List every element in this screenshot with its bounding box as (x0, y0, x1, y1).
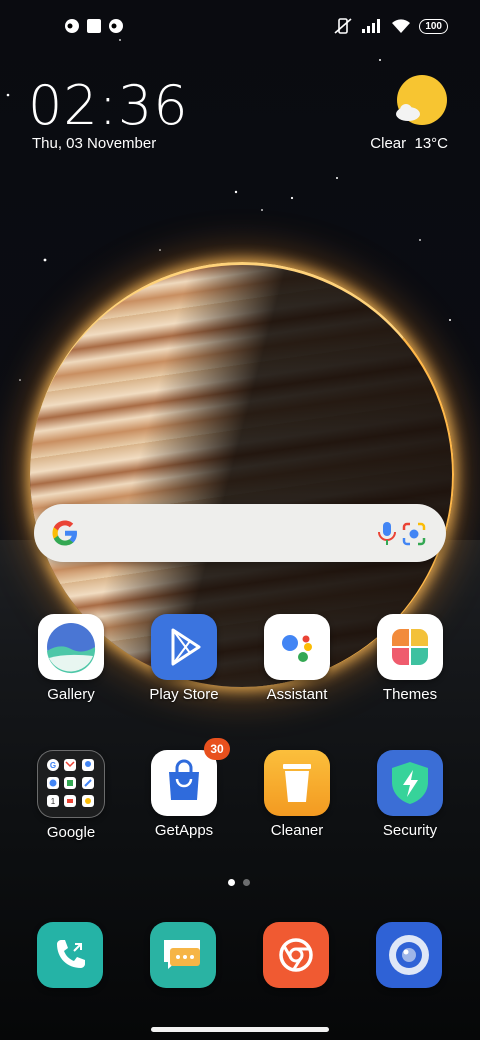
app-cleaner[interactable]: Cleaner (251, 750, 343, 839)
dock-browser[interactable] (263, 922, 329, 988)
home-gesture-bar[interactable] (151, 1027, 329, 1032)
folder-google[interactable]: G 1 Google (25, 750, 117, 841)
lens-icon[interactable] (400, 520, 428, 548)
gallery-icon (38, 614, 104, 680)
app-gallery[interactable]: Gallery (25, 614, 117, 703)
cleaner-icon (264, 750, 330, 816)
app-label: Security (382, 822, 438, 839)
themes-icon (377, 614, 443, 680)
vibrate-off-icon (334, 18, 352, 34)
app-label: Gallery (47, 686, 95, 703)
mic-icon[interactable] (374, 520, 400, 546)
status-bar: 100 (0, 0, 480, 56)
app-label: Google (46, 824, 96, 841)
app-assistant[interactable]: Assistant (251, 614, 343, 703)
app-label: Themes (382, 686, 438, 703)
dock-camera[interactable] (376, 922, 442, 988)
app-security[interactable]: Security (364, 750, 456, 839)
weather-temperature: 13°C (414, 135, 448, 152)
google-folder-icon: G 1 (37, 750, 105, 818)
app-getapps[interactable]: 30 GetApps (138, 738, 230, 839)
play-store-icon (151, 614, 217, 680)
clock-time: 02:36 (28, 74, 189, 137)
battery-indicator: 100 (419, 18, 448, 34)
svg-text:1: 1 (51, 797, 56, 806)
dock-phone[interactable] (37, 922, 103, 988)
dock-messages[interactable] (150, 922, 216, 988)
messages-icon (164, 940, 200, 969)
app-label: GetApps (154, 822, 214, 839)
signal-icon (362, 19, 381, 33)
sun-cloud-icon (396, 75, 447, 125)
app-play-store[interactable]: Play Store (138, 614, 230, 703)
app-label: Cleaner (270, 822, 324, 839)
page-indicator[interactable] (228, 879, 250, 886)
clock-date: Thu, 03 November (32, 135, 157, 152)
svg-text:G: G (50, 761, 56, 770)
page-dot[interactable] (243, 879, 250, 886)
notification-icon (65, 19, 79, 33)
camera-icon (389, 935, 429, 975)
assistant-icon (264, 614, 330, 680)
google-g-icon (52, 520, 77, 546)
app-label: Play Store (149, 686, 219, 703)
square-notification-icon (87, 19, 101, 33)
phone-icon (57, 940, 85, 968)
browser-icon (279, 938, 313, 972)
app-label: Assistant (266, 686, 328, 703)
app-themes[interactable]: Themes (364, 614, 456, 703)
security-icon (377, 750, 443, 816)
weather-summary: Clear 13°C (370, 135, 448, 152)
weather-condition: Clear (370, 135, 407, 152)
google-search-bar[interactable] (34, 504, 446, 562)
notification-icon (109, 19, 123, 33)
page-dot-active[interactable] (228, 879, 235, 886)
getapps-icon: 30 (151, 738, 230, 816)
notification-badge: 30 (204, 738, 230, 760)
wifi-icon (392, 19, 411, 33)
